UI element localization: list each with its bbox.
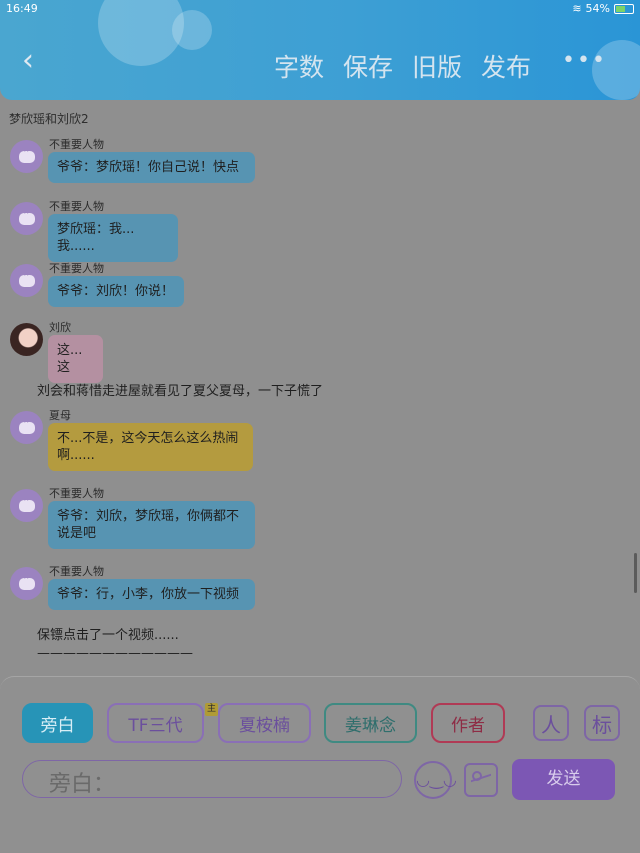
message-line: 说是吧 — [57, 526, 97, 541]
more-icon[interactable]: ••• — [562, 48, 607, 73]
save-button[interactable]: 保存 — [343, 48, 393, 84]
role-chip-xia-annan[interactable]: 夏桉楠 — [218, 703, 311, 743]
publish-button[interactable]: 发布 — [481, 48, 531, 84]
speaker-name: 刘欣 — [49, 321, 71, 334]
battery-icon — [614, 3, 634, 14]
tag-icon[interactable]: 标 — [584, 705, 620, 741]
chat-bubble-avatar-icon[interactable] — [10, 411, 43, 444]
role-chip-tf3[interactable]: TF三代 — [107, 703, 204, 743]
message-bubble[interactable]: 这...这 — [48, 335, 103, 383]
wifi-icon: ≋ — [572, 2, 582, 15]
chat-bubble-avatar-icon[interactable] — [10, 264, 43, 297]
message-line: 爷爷：刘欣，梦欣瑶，你俩都不 — [57, 509, 240, 524]
contacts-icon[interactable]: 人 — [533, 705, 569, 741]
message-bubble[interactable]: 不...不是，这今天怎么这么热闹 啊...... — [48, 423, 253, 471]
battery-percent: 54% — [585, 2, 610, 15]
narration-text[interactable]: 保镖点击了一个视频...... — [37, 624, 179, 643]
scrollbar[interactable] — [634, 553, 637, 593]
message-bubble[interactable]: 爷爷：刘欣！你说！ — [48, 276, 184, 307]
message-line: 啊...... — [57, 448, 95, 463]
message-bubble[interactable]: 梦欣瑶：我...我...... — [48, 214, 178, 262]
back-chevron-icon[interactable]: ‹ — [22, 46, 44, 76]
speaker-name: 不重要人物 — [49, 262, 104, 275]
role-chip-author[interactable]: 作者 — [431, 703, 505, 743]
speaker-name: 不重要人物 — [49, 200, 104, 213]
speaker-name: 不重要人物 — [49, 565, 104, 578]
narration-text[interactable]: 刘会和蒋惜走进屋就看见了夏父夏母，一下子慌了 — [37, 380, 323, 399]
status-time: 16:49 — [6, 2, 38, 15]
word-count-button[interactable]: 字数 — [274, 48, 324, 84]
speaker-name: 不重要人物 — [49, 138, 104, 151]
top-bar: 16:49 ≋ 54% ‹ 字数 保存 旧版 发布 ••• — [0, 0, 640, 100]
message-input[interactable]: 旁白： — [22, 760, 402, 798]
speaker-name: 不重要人物 — [49, 487, 104, 500]
chat-bubble-avatar-icon[interactable] — [10, 489, 43, 522]
main-role-badge: 主 — [205, 703, 218, 716]
message-bubble[interactable]: 爷爷：行，小李，你放一下视频 — [48, 579, 255, 610]
status-bar: 16:49 ≋ 54% — [0, 0, 640, 18]
narration-separator[interactable]: ———————————— — [37, 646, 193, 661]
emoji-icon[interactable]: ◡‿◡ — [414, 761, 457, 799]
message-line: 不...不是，这今天怎么这么热闹 — [57, 431, 239, 446]
send-button[interactable]: 发送 — [512, 759, 615, 800]
speaker-name: 夏母 — [49, 409, 71, 422]
chat-title: 梦欣瑶和刘欣2 — [9, 112, 89, 126]
old-version-button[interactable]: 旧版 — [412, 48, 462, 84]
role-chip-narrator[interactable]: 旁白 — [22, 703, 93, 743]
image-icon[interactable] — [464, 763, 498, 797]
message-bubble[interactable]: 爷爷：梦欣瑶！你自己说！快点 — [48, 152, 255, 183]
role-chip-jiang-linnian[interactable]: 姜琳念 — [324, 703, 417, 743]
chat-bubble-avatar-icon[interactable] — [10, 202, 43, 235]
avatar[interactable] — [10, 323, 43, 356]
input-placeholder: 旁白： — [49, 772, 116, 797]
message-bubble[interactable]: 爷爷：刘欣，梦欣瑶，你俩都不 说是吧 — [48, 501, 255, 549]
chat-bubble-avatar-icon[interactable] — [10, 140, 43, 173]
chat-bubble-avatar-icon[interactable] — [10, 567, 43, 600]
